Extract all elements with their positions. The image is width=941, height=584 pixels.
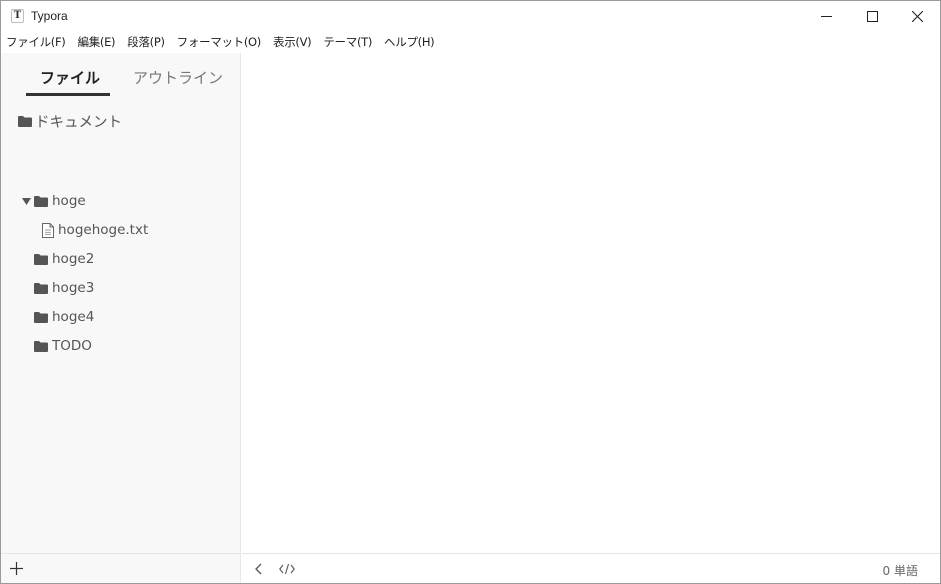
active-tab-indicator bbox=[26, 93, 110, 96]
menu-edit[interactable]: 編集(E) bbox=[78, 34, 116, 50]
tree-item-todo[interactable]: TODO bbox=[34, 334, 92, 358]
tab-outline[interactable]: アウトライン bbox=[133, 67, 223, 88]
menu-bar: ファイル(F) 編集(E) 段落(P) フォーマット(O) 表示(V) テーマ(… bbox=[1, 31, 940, 53]
menu-view[interactable]: 表示(V) bbox=[273, 34, 312, 50]
code-icon bbox=[279, 563, 295, 575]
folder-icon bbox=[34, 195, 48, 207]
tree-item-hoge2[interactable]: hoge2 bbox=[34, 247, 94, 271]
caret-down-icon[interactable] bbox=[22, 197, 31, 205]
chevron-left-icon bbox=[254, 563, 261, 575]
file-icon bbox=[42, 222, 54, 238]
window-title: Typora bbox=[31, 9, 68, 23]
status-bar: 0 単語 bbox=[242, 553, 940, 583]
close-button[interactable] bbox=[894, 1, 940, 31]
menu-help[interactable]: ヘルプ(H) bbox=[384, 34, 435, 50]
folder-icon bbox=[34, 340, 48, 352]
tree-item-label: TODO bbox=[52, 338, 92, 354]
word-count[interactable]: 0 単語 bbox=[883, 562, 918, 579]
tree-item-label: hoge2 bbox=[52, 251, 95, 267]
minimize-button[interactable] bbox=[803, 1, 849, 31]
toggle-sidebar-button[interactable] bbox=[252, 561, 264, 577]
sidebar-footer bbox=[1, 553, 241, 583]
tree-item-label: hogehoge.txt bbox=[58, 222, 149, 238]
folder-icon bbox=[34, 253, 48, 265]
folder-icon bbox=[18, 115, 32, 127]
tree-item-documents[interactable]: ドキュメント bbox=[18, 109, 122, 133]
sidebar: ファイル アウトライン ドキュメント hoge hogehoge.txt hog… bbox=[1, 53, 241, 583]
menu-format[interactable]: フォーマット(O) bbox=[177, 34, 262, 50]
tree-item-hogehoge-txt[interactable]: hogehoge.txt bbox=[42, 218, 148, 242]
add-file-button[interactable] bbox=[8, 560, 24, 576]
tree-item-hoge[interactable]: hoge bbox=[22, 189, 86, 213]
plus-icon bbox=[9, 561, 23, 575]
menu-file[interactable]: ファイル(F) bbox=[6, 34, 66, 50]
tree-item-label: hoge3 bbox=[52, 280, 95, 296]
app-window: T Typora ファイル(F) 編集(E) 段落(P) フォーマット(O) 表… bbox=[0, 0, 941, 584]
tree-item-hoge4[interactable]: hoge4 bbox=[34, 305, 94, 329]
sidebar-tabs: ファイル アウトライン bbox=[1, 53, 241, 99]
folder-icon bbox=[34, 311, 48, 323]
tree-item-label: hoge4 bbox=[52, 309, 95, 325]
maximize-button[interactable] bbox=[849, 1, 895, 31]
tree-item-label: ドキュメント bbox=[35, 114, 122, 131]
maximize-icon bbox=[866, 10, 878, 22]
typora-app-icon: T bbox=[11, 9, 24, 23]
menu-theme[interactable]: テーマ(T) bbox=[323, 34, 372, 50]
tree-item-label: hoge bbox=[52, 193, 86, 209]
editor-area[interactable] bbox=[242, 53, 940, 553]
tab-files[interactable]: ファイル bbox=[40, 67, 100, 88]
folder-icon bbox=[34, 282, 48, 294]
tree-item-hoge3[interactable]: hoge3 bbox=[34, 276, 94, 300]
title-bar[interactable]: T Typora bbox=[1, 1, 940, 31]
menu-paragraph[interactable]: 段落(P) bbox=[127, 34, 165, 50]
minimize-icon bbox=[820, 15, 832, 17]
close-icon bbox=[911, 10, 923, 22]
source-code-mode-button[interactable] bbox=[279, 561, 295, 577]
